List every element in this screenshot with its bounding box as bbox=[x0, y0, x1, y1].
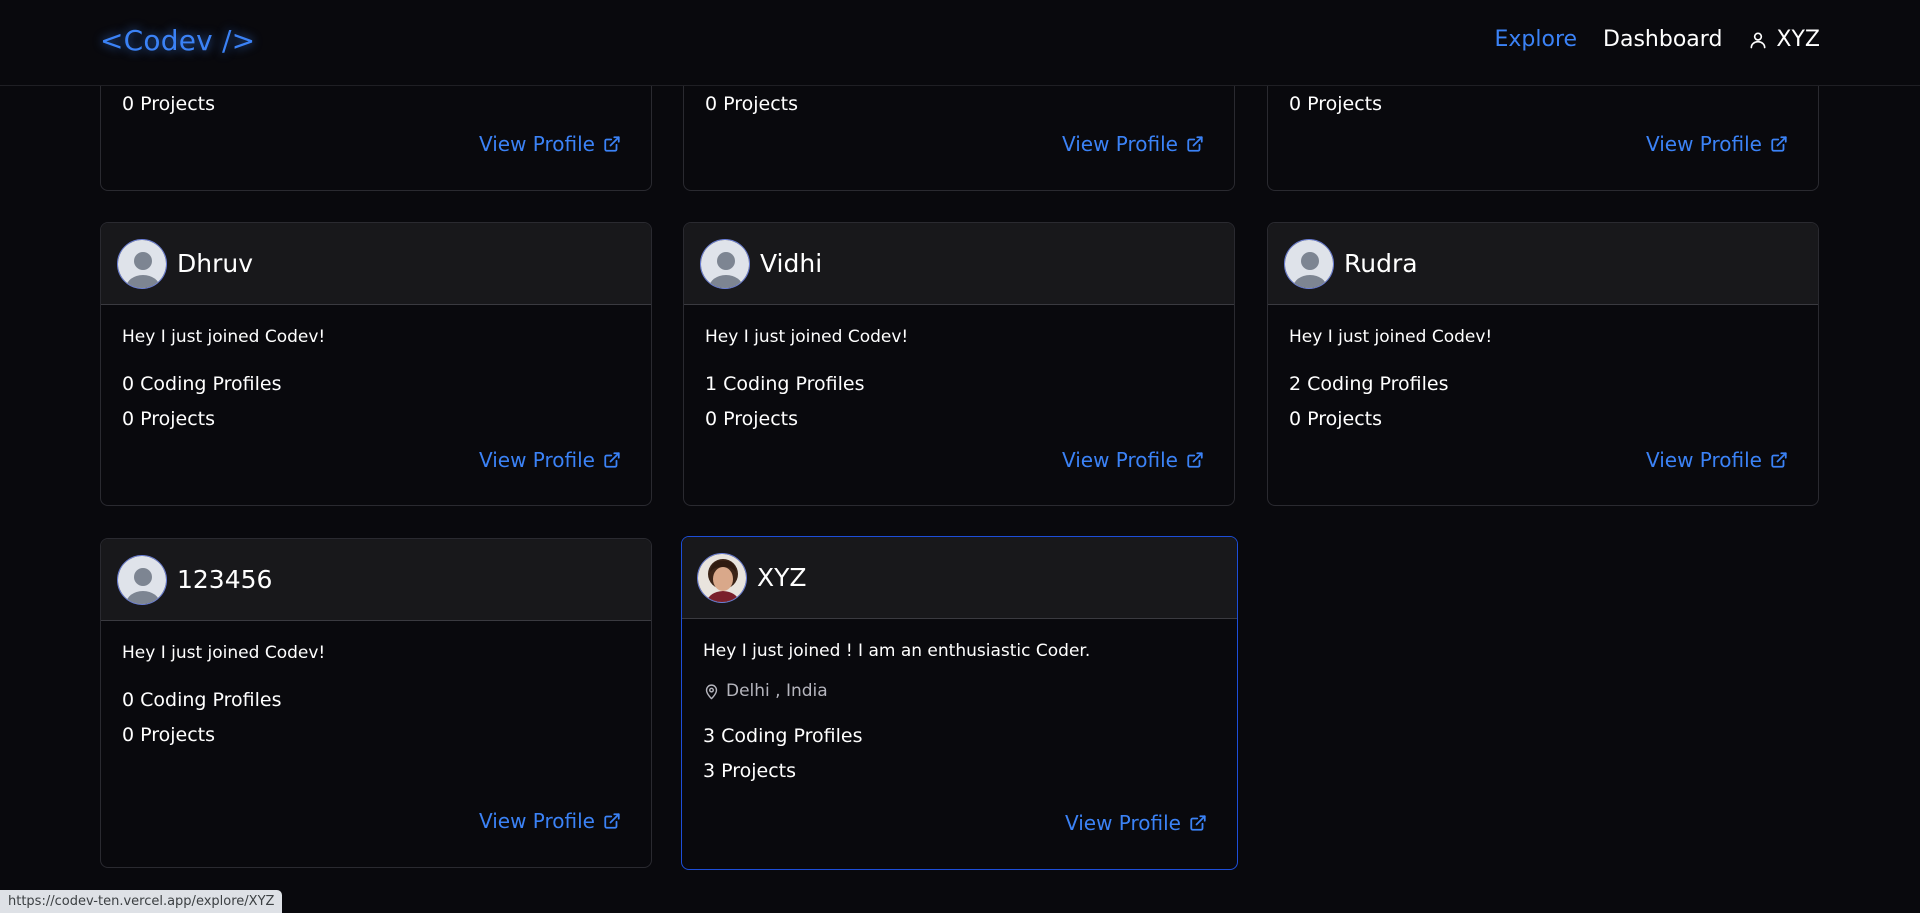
card-header: Rudra bbox=[1268, 223, 1818, 305]
external-link-icon bbox=[604, 452, 620, 468]
external-link-icon bbox=[1190, 815, 1206, 831]
avatar[interactable] bbox=[117, 238, 167, 289]
view-profile-label: View Profile bbox=[1061, 448, 1178, 472]
external-link-icon bbox=[1771, 136, 1787, 152]
card-name: Vidhi bbox=[760, 249, 823, 278]
card-header: Dhruv bbox=[101, 223, 651, 305]
view-profile-link[interactable]: View Profile bbox=[1062, 132, 1204, 156]
view-profile-link[interactable]: View Profile bbox=[1646, 448, 1788, 472]
external-link-icon bbox=[1771, 452, 1787, 468]
view-profile-label: View Profile bbox=[1645, 448, 1762, 472]
external-link-icon bbox=[604, 136, 620, 152]
card-header: 123456 bbox=[101, 539, 651, 621]
coding-profiles-count: 3 Coding Profiles bbox=[703, 725, 863, 747]
view-profile-label: View Profile bbox=[478, 448, 595, 472]
avatar[interactable] bbox=[117, 554, 167, 605]
view-profile-link[interactable]: View Profile bbox=[479, 809, 621, 833]
card-header: Vidhi bbox=[684, 223, 1234, 305]
card-body: Hey I just joined ! I am an enthusiastic… bbox=[682, 619, 1237, 869]
profile-card: 123456 Hey I just joined Codev! 0 Coding… bbox=[100, 538, 652, 868]
card-bio: Hey I just joined Codev! bbox=[705, 327, 909, 347]
projects-count: 0 Projects bbox=[122, 724, 216, 746]
external-link-icon bbox=[1187, 136, 1203, 152]
view-profile-label: View Profile bbox=[478, 809, 595, 833]
view-profile-link[interactable]: View Profile bbox=[479, 132, 621, 156]
external-link-icon bbox=[1187, 452, 1203, 468]
projects-count: 0 Projects bbox=[705, 408, 799, 430]
avatar[interactable] bbox=[700, 238, 750, 289]
view-profile-link[interactable]: View Profile bbox=[1646, 132, 1788, 156]
card-header: XYZ bbox=[682, 537, 1237, 619]
card-name: 123456 bbox=[177, 565, 273, 594]
logo[interactable]: <Codev /> bbox=[100, 24, 255, 57]
card-body: Hey I just joined Codev! 2 Coding Profil… bbox=[1268, 305, 1818, 505]
avatar[interactable] bbox=[1284, 238, 1334, 289]
projects-count: 3 Projects bbox=[703, 760, 797, 782]
profile-card-current-user[interactable]: XYZ Hey I just joined ! I am an enthusia… bbox=[681, 536, 1238, 870]
default-avatar-icon bbox=[701, 239, 749, 288]
view-profile-link[interactable]: View Profile bbox=[1065, 811, 1207, 835]
nav-links: Explore Dashboard XYZ bbox=[1494, 27, 1820, 52]
default-avatar-icon bbox=[118, 239, 166, 288]
default-avatar-icon bbox=[1285, 239, 1333, 288]
view-profile-link[interactable]: View Profile bbox=[479, 448, 621, 472]
browser-status-url: https://codev-ten.vercel.app/explore/XYZ bbox=[0, 890, 283, 913]
card-bio: Hey I just joined ! I am an enthusiastic… bbox=[703, 641, 1091, 661]
view-profile-label: View Profile bbox=[1064, 811, 1181, 835]
external-link-icon bbox=[604, 813, 620, 829]
card-body: Hey I just joined Codev! 0 Coding Profil… bbox=[101, 621, 651, 867]
card-body: Hey I just joined Codev! 1 Coding Profil… bbox=[684, 305, 1234, 505]
coding-profiles-count: 2 Coding Profiles bbox=[1289, 373, 1449, 395]
card-bio: Hey I just joined Codev! bbox=[122, 327, 326, 347]
projects-count: 0 Projects bbox=[122, 93, 216, 115]
view-profile-label: View Profile bbox=[478, 132, 595, 156]
nav-dashboard[interactable]: Dashboard bbox=[1603, 27, 1722, 52]
projects-count: 0 Projects bbox=[705, 93, 799, 115]
projects-count: 0 Projects bbox=[122, 408, 216, 430]
coding-profiles-count: 0 Coding Profiles bbox=[122, 373, 282, 395]
coding-profiles-count: 1 Coding Profiles bbox=[705, 373, 865, 395]
profile-card: Vidhi Hey I just joined Codev! 1 Coding … bbox=[683, 222, 1235, 506]
projects-count: 0 Projects bbox=[1289, 93, 1383, 115]
nav-user[interactable]: XYZ bbox=[1748, 27, 1820, 52]
card-name: Dhruv bbox=[177, 249, 254, 278]
map-pin-icon bbox=[705, 683, 718, 699]
card-body: Hey I just joined Codev! 0 Coding Profil… bbox=[101, 305, 651, 505]
location: Delhi , India bbox=[703, 681, 1216, 701]
nav-user-label: XYZ bbox=[1776, 27, 1820, 52]
navbar: <Codev /> Explore Dashboard XYZ bbox=[0, 0, 1920, 86]
nav-explore[interactable]: Explore bbox=[1494, 27, 1577, 52]
card-bio: Hey I just joined Codev! bbox=[122, 643, 326, 663]
projects-count: 0 Projects bbox=[1289, 408, 1383, 430]
location-label: Delhi , India bbox=[726, 681, 828, 701]
view-profile-label: View Profile bbox=[1645, 132, 1762, 156]
user-photo-icon bbox=[698, 553, 746, 602]
profile-card: Rudra Hey I just joined Codev! 2 Coding … bbox=[1267, 222, 1819, 506]
card-name: XYZ bbox=[757, 563, 807, 592]
view-profile-label: View Profile bbox=[1061, 132, 1178, 156]
user-photo-avatar[interactable] bbox=[697, 552, 747, 603]
coding-profiles-count: 0 Coding Profiles bbox=[122, 689, 282, 711]
view-profile-link[interactable]: View Profile bbox=[1062, 448, 1204, 472]
default-avatar-icon bbox=[118, 555, 166, 604]
profile-card: Dhruv Hey I just joined Codev! 0 Coding … bbox=[100, 222, 652, 506]
card-name: Rudra bbox=[1344, 249, 1418, 278]
user-icon bbox=[1750, 31, 1766, 48]
card-bio: Hey I just joined Codev! bbox=[1289, 327, 1493, 347]
